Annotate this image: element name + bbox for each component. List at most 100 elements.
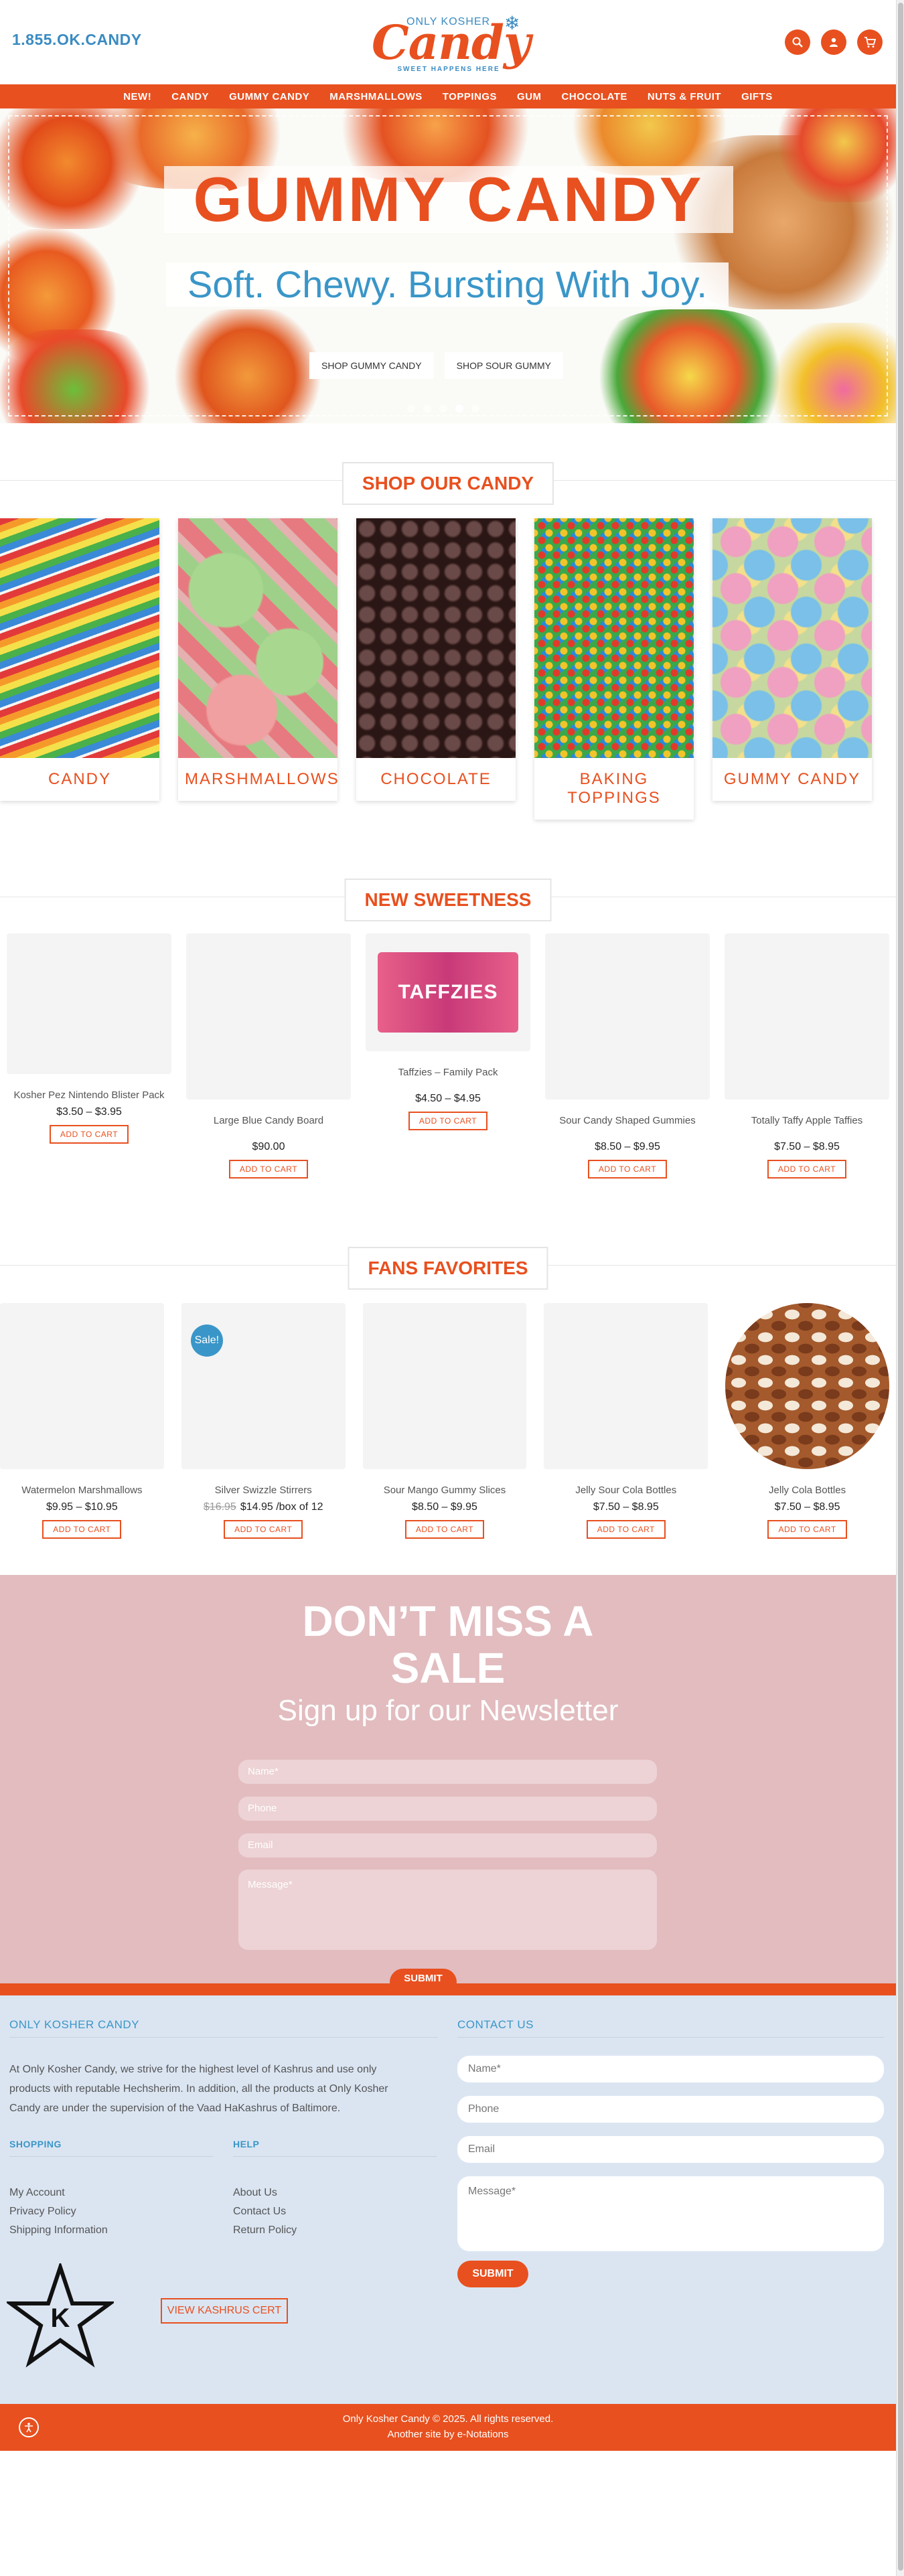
product-price: $9.95 – $10.95 — [46, 1501, 118, 1513]
product-image[interactable] — [544, 1303, 708, 1469]
category-card-marshmallows[interactable]: MARSHMALLOWS — [178, 518, 338, 801]
search-icon[interactable] — [785, 29, 810, 55]
contact-phone-input[interactable]: Phone — [457, 2096, 884, 2123]
footer-link-about-us[interactable]: About Us — [233, 2187, 277, 2199]
add-to-cart-button[interactable]: ADD TO CART — [767, 1520, 847, 1539]
footer-link-my-account[interactable]: My Account — [9, 2187, 65, 2199]
footer-link-privacy-policy[interactable]: Privacy Policy — [9, 2206, 76, 2218]
category-card-candy[interactable]: CANDY — [0, 518, 159, 801]
footer-link-contact-us[interactable]: Contact Us — [233, 2206, 286, 2218]
product-name[interactable]: Sour Mango Gummy Slices — [363, 1484, 527, 1497]
user-icon[interactable] — [821, 29, 846, 55]
add-to-cart-button[interactable]: ADD TO CART — [228, 1160, 309, 1179]
slider-dot[interactable] — [423, 404, 431, 412]
site-logo[interactable]: Candy ONLY KOSHER ❄ SWEET HAPPENS HERE — [372, 9, 531, 76]
copyright-text: Only Kosher Candy © 2025. All rights res… — [342, 2413, 554, 2425]
product-name[interactable]: Jelly Sour Cola Bottles — [544, 1484, 708, 1497]
newsletter-message-textarea[interactable]: Message* — [238, 1870, 657, 1950]
slider-dot[interactable] — [471, 404, 479, 412]
site-credit-link[interactable]: Another site by e-Notations — [0, 2425, 896, 2440]
newsletter-phone-input[interactable]: Phone — [238, 1797, 657, 1821]
about-line: products with reputable Hechsherim. In a… — [9, 2083, 388, 2095]
contact-email-input[interactable]: Email — [457, 2136, 884, 2163]
newsletter-submit-button[interactable]: SUBMIT — [390, 1969, 457, 1995]
product-card: Jelly Sour Cola Bottles $7.50 – $8.95 AD… — [544, 1303, 708, 1539]
phone-number-link[interactable]: 1.855.OK.CANDY — [12, 31, 142, 49]
newsletter-section: DON’T MISS A SALE Sign up for our Newslet… — [0, 1575, 896, 1995]
slider-dot[interactable] — [407, 404, 415, 412]
nav-item-nuts-fruit[interactable]: NUTS & FRUIT — [648, 91, 721, 102]
product-card: Watermelon Marshmallows $9.95 – $10.95 A… — [0, 1303, 164, 1539]
cart-icon[interactable] — [857, 29, 883, 55]
footer-link-return-policy[interactable]: Return Policy — [233, 2224, 297, 2237]
divider — [9, 2156, 213, 2157]
nav-item-toppings[interactable]: TOPPINGS — [443, 91, 497, 102]
contact-name-input[interactable]: Name* — [457, 2056, 884, 2082]
divider — [457, 2037, 884, 2038]
category-grid: CANDY MARSHMALLOWS CHOCOLATE BAKING TOPPI… — [0, 518, 896, 826]
add-to-cart-button[interactable]: ADD TO CART — [408, 1112, 488, 1130]
category-card-baking-toppings[interactable]: BAKING TOPPINGS — [534, 518, 694, 820]
fans-favorites-products: Watermelon Marshmallows $9.95 – $10.95 A… — [0, 1295, 896, 1539]
nav-item-new[interactable]: NEW! — [123, 91, 151, 102]
product-image[interactable]: TAFFZIES — [366, 933, 530, 1051]
newsletter-email-input[interactable]: Email — [238, 1833, 657, 1858]
shop-gummy-candy-button[interactable]: SHOP GUMMY CANDY — [309, 352, 434, 379]
section-heading: NEW SWEETNESS — [344, 879, 552, 921]
product-image[interactable] — [362, 1303, 527, 1469]
nav-item-chocolate[interactable]: CHOCOLATE — [562, 91, 627, 102]
sale-badge: Sale! — [190, 1324, 223, 1357]
add-to-cart-button[interactable]: ADD TO CART — [587, 1160, 668, 1179]
product-name[interactable]: Watermelon Marshmallows — [0, 1484, 164, 1497]
category-image — [0, 518, 159, 758]
product-image[interactable] — [7, 933, 171, 1074]
product-name[interactable]: Totally Taffy Apple Taffies — [725, 1114, 889, 1128]
main-navigation: NEW! CANDY GUMMY CANDY MARSHMALLOWS TOPP… — [0, 84, 896, 108]
product-image[interactable] — [186, 933, 351, 1100]
logo-tagline: SWEET HAPPENS HERE — [397, 66, 500, 73]
product-name[interactable]: Sour Candy Shaped Gummies — [545, 1114, 710, 1128]
product-name[interactable]: Kosher Pez Nintendo Blister Pack — [7, 1089, 171, 1102]
product-name[interactable]: Large Blue Candy Board — [186, 1114, 351, 1128]
view-kashrus-cert-button[interactable]: VIEW KASHRUS CERT — [161, 2298, 288, 2324]
footer-link-shipping-info[interactable]: Shipping Information — [9, 2224, 108, 2237]
add-to-cart-button[interactable]: ADD TO CART — [42, 1520, 122, 1539]
category-label: GUMMY CANDY — [723, 770, 861, 788]
nav-item-gum[interactable]: GUM — [517, 91, 542, 102]
slider-dot-active[interactable] — [455, 404, 463, 412]
add-to-cart-button[interactable]: ADD TO CART — [49, 1125, 129, 1144]
footer-about-text: At Only Kosher Candy, we strive for the … — [9, 2060, 445, 2118]
contact-message-textarea[interactable]: Message* — [457, 2176, 884, 2251]
product-price: $7.50 – $8.95 — [774, 1141, 840, 1152]
product-name[interactable]: Jelly Cola Bottles — [725, 1484, 889, 1497]
page-scrollbar[interactable] — [896, 0, 904, 2576]
shop-sour-gummy-button[interactable]: SHOP SOUR GUMMY — [444, 352, 563, 379]
category-card-chocolate[interactable]: CHOCOLATE — [356, 518, 516, 801]
contact-submit-button[interactable]: SUBMIT — [457, 2261, 528, 2287]
product-image[interactable]: Sale! — [181, 1303, 346, 1469]
add-to-cart-button[interactable]: ADD TO CART — [767, 1160, 847, 1179]
product-price: $8.50 – $9.95 — [412, 1501, 477, 1513]
add-to-cart-button[interactable]: ADD TO CART — [586, 1520, 666, 1539]
slider-dot[interactable] — [439, 404, 447, 412]
product-image[interactable] — [545, 933, 710, 1100]
product-image[interactable] — [0, 1303, 164, 1469]
add-to-cart-button[interactable]: ADD TO CART — [404, 1520, 485, 1539]
logo-small-text: ONLY KOSHER — [406, 16, 491, 27]
add-to-cart-button[interactable]: ADD TO CART — [224, 1520, 303, 1539]
category-card-gummy-candy[interactable]: GUMMY CANDY — [712, 518, 872, 801]
product-image[interactable] — [725, 1303, 889, 1469]
hero-slider[interactable]: GUMMY CANDY Soft. Chewy. Bursting With J… — [0, 108, 896, 423]
accessibility-icon[interactable] — [19, 2417, 39, 2437]
nav-item-gifts[interactable]: GIFTS — [741, 91, 773, 102]
product-name[interactable]: Taffzies – Family Pack — [366, 1066, 530, 1079]
product-card: Sale! Silver Swizzle Stirrers $16.95 $14.… — [181, 1303, 346, 1539]
product-name[interactable]: Silver Swizzle Stirrers — [181, 1484, 346, 1497]
nav-item-marshmallows[interactable]: MARSHMALLOWS — [329, 91, 422, 102]
nav-item-candy[interactable]: CANDY — [171, 91, 209, 102]
scrollbar-thumb[interactable] — [898, 3, 903, 2571]
product-image[interactable] — [725, 933, 889, 1100]
nav-item-gummy-candy[interactable]: GUMMY CANDY — [229, 91, 309, 102]
old-price: $16.95 — [203, 1501, 236, 1513]
newsletter-name-input[interactable]: Name* — [238, 1760, 657, 1784]
